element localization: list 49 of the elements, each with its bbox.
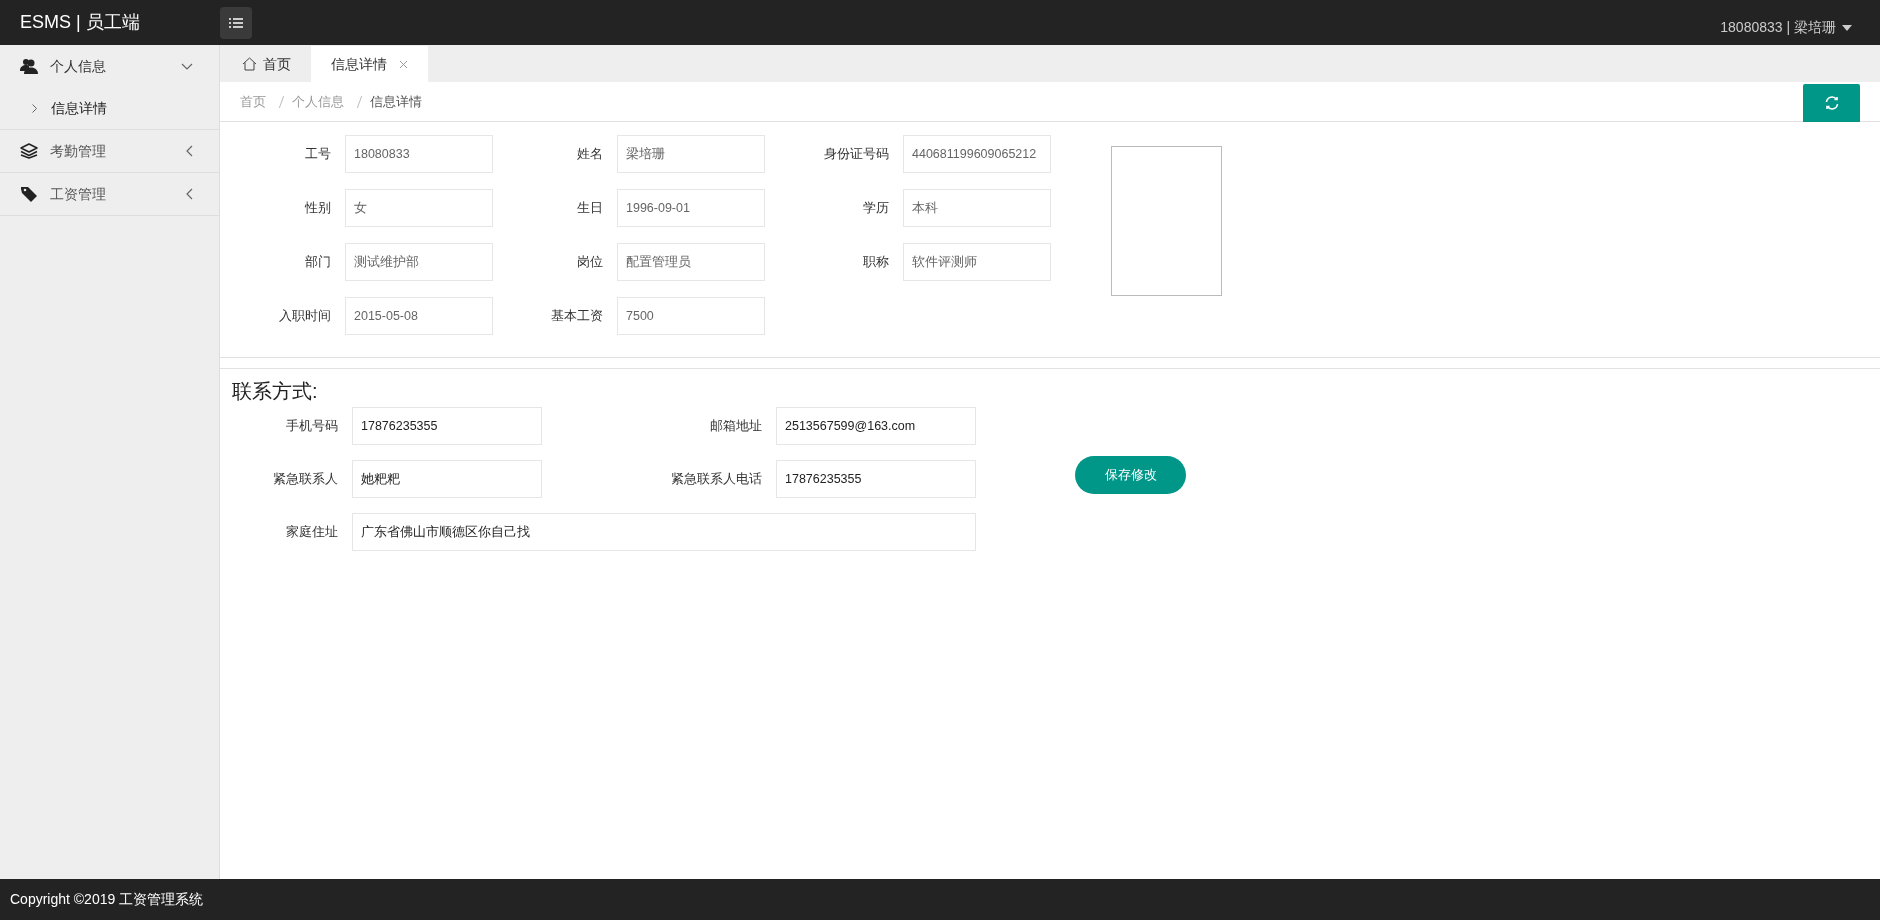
field-label: 身份证号码	[823, 145, 889, 164]
save-button[interactable]: 保存修改	[1075, 456, 1186, 494]
field-label: 基本工资	[550, 307, 603, 326]
sidebar-item[interactable]: 个人信息	[0, 45, 219, 87]
sidebar-label: 工资管理	[50, 184, 107, 204]
input-field[interactable]: 她粑粑	[352, 460, 542, 498]
chevron-down-icon	[181, 62, 193, 70]
section-title: 联系方式:	[232, 379, 319, 403]
user-menu[interactable]: 18080833 | 梁培珊	[1720, 7, 1880, 38]
sidebar-label: 考勤管理	[50, 141, 107, 161]
sidebar-item[interactable]: 考勤管理	[0, 130, 219, 172]
chevron-right-icon	[32, 103, 37, 113]
menu-icon	[229, 16, 243, 29]
brand-title: ESMS | 员工端	[19, 11, 141, 34]
refresh-icon	[1823, 95, 1840, 111]
tab[interactable]: 首页	[222, 46, 311, 82]
users-icon	[20, 58, 38, 74]
field-label: 手机号码	[285, 417, 338, 436]
chevron-left-icon	[186, 145, 193, 157]
field-label: 岗位	[576, 253, 603, 272]
field-label: 入职时间	[278, 307, 331, 326]
sidebar-item[interactable]: 工资管理	[0, 173, 219, 215]
field-label: 职称	[862, 253, 889, 272]
field-label: 家庭住址	[285, 523, 338, 542]
input-field[interactable]: 17876235355	[776, 460, 976, 498]
field-label: 紧急联系人	[272, 470, 338, 489]
copyright-text: Copyright ©2019 工资管理系统	[10, 890, 204, 909]
sidebar-label: 个人信息	[50, 56, 107, 76]
field-label: 工号	[304, 145, 331, 164]
tab[interactable]: 信息详情	[311, 46, 428, 82]
menu-toggle-button[interactable]	[220, 6, 252, 39]
tag-icon	[20, 186, 38, 202]
field-label: 姓名	[576, 145, 603, 164]
input-field[interactable]: 17876235355	[352, 407, 542, 445]
chevron-left-icon	[186, 188, 193, 200]
home-icon	[242, 57, 257, 71]
close-icon	[399, 59, 408, 69]
field-label: 紧急联系人电话	[670, 470, 762, 489]
breadcrumb-link[interactable]: 信息详情	[370, 91, 422, 112]
input-field[interactable]: 广东省佛山市顺德区你自己找	[352, 513, 976, 551]
caret-icon	[1842, 24, 1852, 31]
field-label: 生日	[576, 199, 603, 218]
input-field[interactable]: 2513567599@163.com	[776, 407, 976, 445]
field-label: 性别	[304, 199, 331, 218]
field-label: 邮箱地址	[709, 417, 762, 436]
layers-icon	[20, 143, 38, 159]
sidebar-subitem[interactable]: 信息详情	[0, 87, 219, 129]
field-label: 学历	[862, 199, 889, 218]
field-label: 部门	[304, 253, 331, 272]
